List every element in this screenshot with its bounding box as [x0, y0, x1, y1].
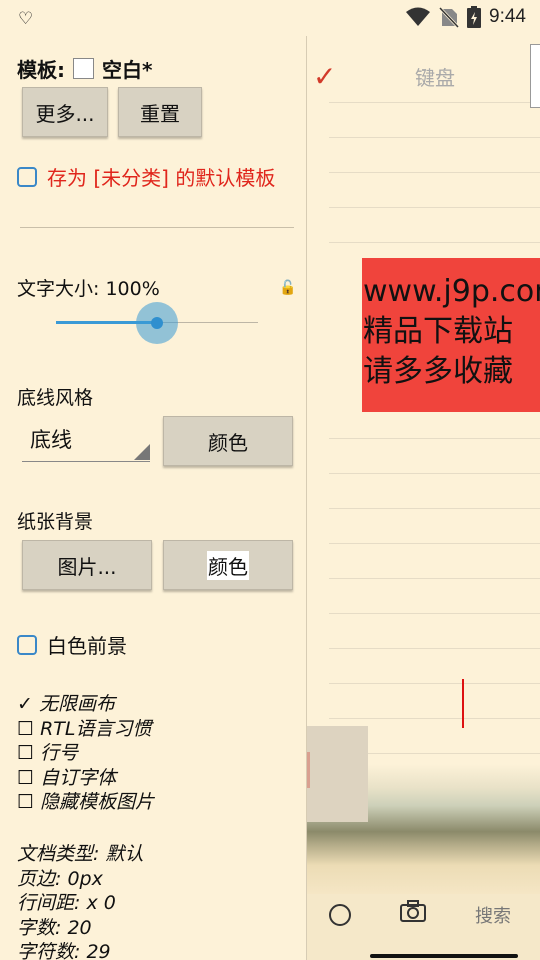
status-icons: 9:44: [405, 6, 526, 28]
search-button[interactable]: 搜索: [475, 902, 511, 928]
stamp-line-3: 请多多收藏: [363, 354, 513, 389]
template-image-block: [307, 726, 368, 822]
white-foreground-checkbox[interactable]: [17, 634, 37, 655]
document-info: 文档类型: 默认 页边: 0px 行间距: x 0 字数: 20 字符数: 29: [17, 842, 143, 960]
text-size-label: 文字大小: 100%: [17, 278, 160, 300]
side-tab[interactable]: [530, 44, 540, 108]
white-foreground-label: 白色前景: [47, 634, 127, 658]
camera-icon[interactable]: [400, 900, 426, 928]
clock: 9:44: [489, 6, 526, 27]
white-foreground-checkbox-row[interactable]: 白色前景: [17, 630, 127, 659]
underline-style-label: 底线风格: [17, 387, 94, 409]
text-cursor: [462, 679, 464, 728]
stamp-line-2: 精品下载站: [363, 314, 513, 349]
ruled-line: [329, 613, 540, 614]
ruled-line: [329, 172, 540, 173]
underline-style-value: 底线: [30, 427, 72, 452]
ruled-line: [329, 102, 540, 103]
ruled-line: [329, 438, 540, 439]
save-default-label: 存为 [未分类] 的默认模板: [47, 166, 276, 190]
template-value: 空白*: [102, 58, 153, 82]
paper-color-button[interactable]: 颜色: [163, 540, 293, 590]
doc-char-count: 字符数: 29: [17, 941, 111, 960]
reset-button[interactable]: 重置: [118, 87, 202, 137]
ruled-line: [329, 473, 540, 474]
ruled-line: [329, 242, 540, 243]
heart-icon: ♡: [18, 9, 34, 29]
paper-image-button[interactable]: 图片...: [22, 540, 152, 590]
template-settings-panel: 模板: 空白* 更多... 重置 存为 [未分类] 的默认模板 文字大小: 10…: [0, 36, 307, 960]
done-check-icon[interactable]: ✓: [313, 60, 336, 93]
option-custom-font[interactable]: ☐ 自订字体: [17, 766, 154, 791]
divider: [20, 227, 294, 228]
save-default-checkbox[interactable]: [17, 166, 37, 187]
template-swatch[interactable]: [73, 58, 94, 79]
paper-background-label: 纸张背景: [17, 511, 94, 533]
watermark-stamp: www.j9p.com 精品下载站 请多多收藏: [362, 258, 540, 412]
template-label: 模板:: [17, 58, 65, 82]
battery-icon: [467, 6, 482, 28]
ruled-line: [329, 207, 540, 208]
doc-margin: 页边: 0px: [17, 867, 103, 890]
option-hide-template-image[interactable]: ☐ 隐藏模板图片: [17, 790, 154, 815]
ruled-line: [329, 648, 540, 649]
doc-line-spacing: 行间距: x 0: [17, 892, 116, 915]
option-infinite-canvas[interactable]: ✓ 无限画布: [17, 692, 154, 717]
paper-color-label: 颜色: [207, 550, 249, 580]
notebook-canvas[interactable]: ✓ 键盘 www.j9p.com 精品下载站 请多多收藏 搜索: [307, 36, 540, 960]
ruled-line: [329, 508, 540, 509]
underline-color-button[interactable]: 颜色: [163, 416, 293, 466]
doc-type: 文档类型: 默认: [17, 843, 144, 865]
doc-word-count: 字数: 20: [17, 916, 92, 939]
pen-circle-icon[interactable]: [329, 904, 351, 926]
more-button[interactable]: 更多...: [22, 87, 108, 137]
options-list: ✓ 无限画布 ☐ RTL语言习惯 ☐ 行号 ☐ 自订字体 ☐ 隐藏模板图片: [17, 692, 154, 815]
wifi-icon: [406, 7, 431, 26]
ruled-line: [329, 718, 540, 719]
home-indicator[interactable]: [370, 954, 518, 958]
ruled-line: [329, 543, 540, 544]
underline-style-dropdown[interactable]: 底线: [22, 416, 150, 462]
keyboard-button[interactable]: 键盘: [415, 62, 455, 91]
option-line-numbers[interactable]: ☐ 行号: [17, 741, 154, 766]
template-image-bar: [307, 752, 310, 788]
ruled-line: [329, 137, 540, 138]
option-rtl[interactable]: ☐ RTL语言习惯: [17, 717, 154, 742]
status-bar: ♡ 9:44: [0, 0, 540, 36]
template-row: 模板: 空白*: [17, 54, 152, 83]
unlock-icon[interactable]: 🔓: [279, 280, 296, 296]
ruled-line: [329, 683, 540, 684]
dropdown-triangle-icon: [134, 444, 150, 460]
ruled-line: [329, 578, 540, 579]
no-sim-icon: [439, 6, 460, 28]
text-size-slider-thumb[interactable]: [151, 317, 163, 329]
bottom-toolbar: 搜索: [307, 894, 540, 960]
save-default-checkbox-row[interactable]: 存为 [未分类] 的默认模板: [17, 162, 275, 191]
stamp-line-1: www.j9p.com: [363, 274, 540, 309]
